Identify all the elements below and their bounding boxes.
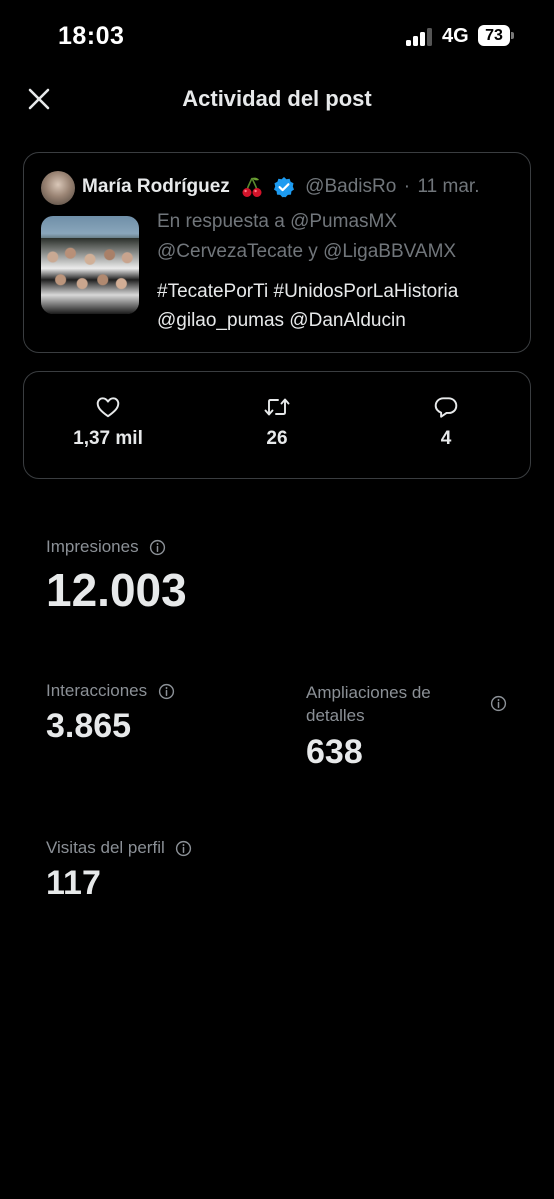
author-name[interactable]: María Rodríguez: [82, 176, 230, 197]
page-title: Actividad del post: [182, 86, 372, 111]
info-icon[interactable]: [158, 683, 175, 700]
profile-visits-label: Visitas del perfil: [46, 838, 165, 857]
cherries-emoji-icon: [242, 177, 262, 197]
avatar[interactable]: [41, 171, 75, 205]
info-icon[interactable]: [175, 840, 192, 857]
likes-button[interactable]: 1,37 mil: [48, 394, 168, 450]
replies-button[interactable]: 4: [386, 394, 506, 450]
detail-expansions-value: 638: [306, 733, 363, 771]
reply-icon: [434, 397, 458, 418]
impressions-metric: Impresiones 12.003: [46, 537, 187, 617]
repost-icon: [264, 398, 290, 416]
post-card[interactable]: María Rodríguez @BadisRo · 11 mar. En re…: [23, 152, 531, 353]
status-time: 18:03: [58, 22, 125, 50]
reposts-button[interactable]: 26: [217, 394, 337, 450]
separator-dot: ·: [403, 176, 411, 197]
post-text-line-1[interactable]: #TecatePorTi #UnidosPorLaHistoria: [157, 281, 458, 303]
likes-count: 1,37 mil: [73, 428, 143, 449]
post-image-thumbnail[interactable]: [41, 216, 139, 314]
detail-expansions-label: Ampliaciones de detalles: [306, 683, 431, 725]
reply-to-line-2[interactable]: @CervezaTecate y @LigaBBVAMX: [157, 241, 456, 263]
heart-icon: [96, 397, 120, 418]
interactions-label: Interacciones: [46, 681, 148, 700]
status-bar: 18:03 4G 73: [0, 0, 554, 70]
verified-badge-icon: [273, 177, 294, 198]
info-icon[interactable]: [490, 695, 507, 712]
battery-level: 73: [485, 27, 503, 44]
impressions-label: Impresiones: [46, 537, 139, 556]
engagement-card: 1,37 mil 26 4: [23, 371, 531, 479]
replies-count: 4: [440, 428, 452, 449]
post-date: 11 mar.: [417, 176, 480, 197]
network-type: 4G: [442, 25, 469, 47]
impressions-value: 12.003: [46, 564, 187, 616]
profile-visits-value: 117: [46, 864, 101, 902]
header: Actividad del post: [0, 72, 554, 126]
battery-icon: 73: [478, 25, 514, 46]
reposts-count: 26: [266, 428, 288, 449]
signal-icon: [406, 28, 434, 46]
interactions-value: 3.865: [46, 707, 132, 745]
detail-expansions-metric: Ampliaciones de detalles 638: [306, 681, 516, 772]
author-row: María Rodríguez @BadisRo · 11 mar.: [82, 175, 522, 201]
profile-visits-metric: Visitas del perfil 117: [46, 838, 192, 903]
author-handle[interactable]: @BadisRo: [305, 176, 396, 197]
reply-to-line-1[interactable]: En respuesta a @PumasMX: [157, 211, 397, 233]
interactions-metric: Interacciones 3.865: [46, 681, 175, 746]
info-icon[interactable]: [149, 539, 166, 556]
post-text-line-2[interactable]: @gilao_pumas @DanAlducin: [157, 310, 406, 332]
